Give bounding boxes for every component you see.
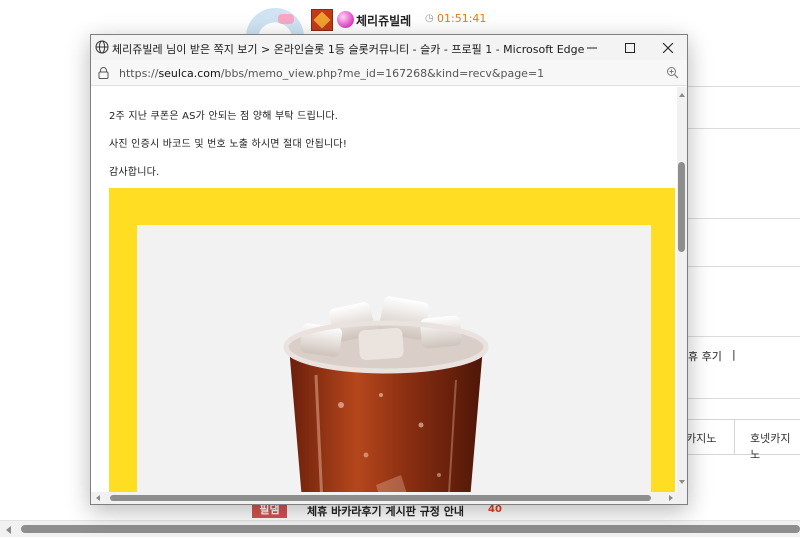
page-horizontal-scrollbar[interactable] [0,520,800,537]
window-titlebar[interactable]: 체리쥬빌레 님이 받은 쪽지 보기 > 온라인슬롯 1등 슬롯커뮤니티 - 슬카… [91,35,687,60]
notice-title-link[interactable]: 체휴 바카라후기 게시판 규정 안내 [307,503,464,519]
close-button[interactable] [649,35,687,60]
minimize-button[interactable] [573,35,611,60]
memo-content: 2주 지난 쿠폰은 AS가 안되는 점 양해 부탁 드립니다. 사진 인증시 바… [91,87,677,492]
window-title: 체리쥬빌레 님이 받은 쪽지 보기 > 온라인슬롯 1등 슬롯커뮤니티 - 슬카… [112,43,585,56]
scroll-up-arrow-icon[interactable] [679,93,685,97]
time-display: 01:51:41 [437,12,487,25]
bow-icon [278,14,294,24]
zoom-icon[interactable] [666,66,679,79]
level-medal-icon [311,9,333,31]
tab-hornet-casino[interactable]: 호넷카지노 [750,430,800,462]
user-nickname[interactable]: 체리쥬빌레 [356,12,411,29]
pink-orb-icon [337,11,354,28]
content-vertical-scrollbar[interactable] [677,87,687,492]
scroll-left-arrow-icon[interactable] [96,495,100,501]
link-separator: | [732,348,736,361]
divider [686,398,800,399]
minimize-icon [587,47,597,48]
scroll-down-arrow-icon[interactable] [679,480,685,484]
divider [686,336,800,337]
lock-icon [98,67,109,79]
divider [686,218,800,219]
scroll-right-arrow-icon[interactable] [669,495,673,501]
coupon-image [109,188,675,492]
scrollbar-thumb[interactable] [678,162,685,252]
divider [686,86,800,87]
board-link[interactable]: 휴 후기 [688,348,722,364]
scrollbar-thumb[interactable] [110,495,651,501]
divider [686,128,800,129]
casino-tabs: 카지노 호넷카지노 [686,419,800,461]
iced-coffee-image [283,296,489,492]
divider [686,266,800,267]
globe-icon [95,40,109,54]
memo-popup-window: 체리쥬빌레 님이 받은 쪽지 보기 > 온라인슬롯 1등 슬롯커뮤니티 - 슬카… [90,34,688,505]
tab-casino[interactable]: 카지노 [686,430,716,446]
content-horizontal-scrollbar[interactable] [91,492,677,504]
comment-count: 40 [488,504,502,515]
maximize-button[interactable] [611,35,649,60]
message-line-3: 감사합니다. [109,167,160,178]
message-line-2: 사진 인증시 바코드 및 번호 노출 하시면 절대 안됩니다! [109,139,348,150]
maximize-icon [625,42,635,53]
clock-icon: ◷ [425,13,434,24]
coupon-product-card [137,225,651,492]
close-icon [663,42,673,53]
scrollbar-corner [677,492,687,504]
scroll-left-arrow-icon[interactable] [6,526,11,534]
scrollbar-thumb[interactable] [21,525,800,533]
message-line-1: 2주 지난 쿠폰은 AS가 안되는 점 양해 부탁 드립니다. [109,111,339,122]
url-text[interactable]: https://seulca.com/bbs/memo_view.php?me_… [119,67,544,80]
tab-divider [734,420,735,454]
address-bar[interactable]: https://seulca.com/bbs/memo_view.php?me_… [91,60,687,86]
